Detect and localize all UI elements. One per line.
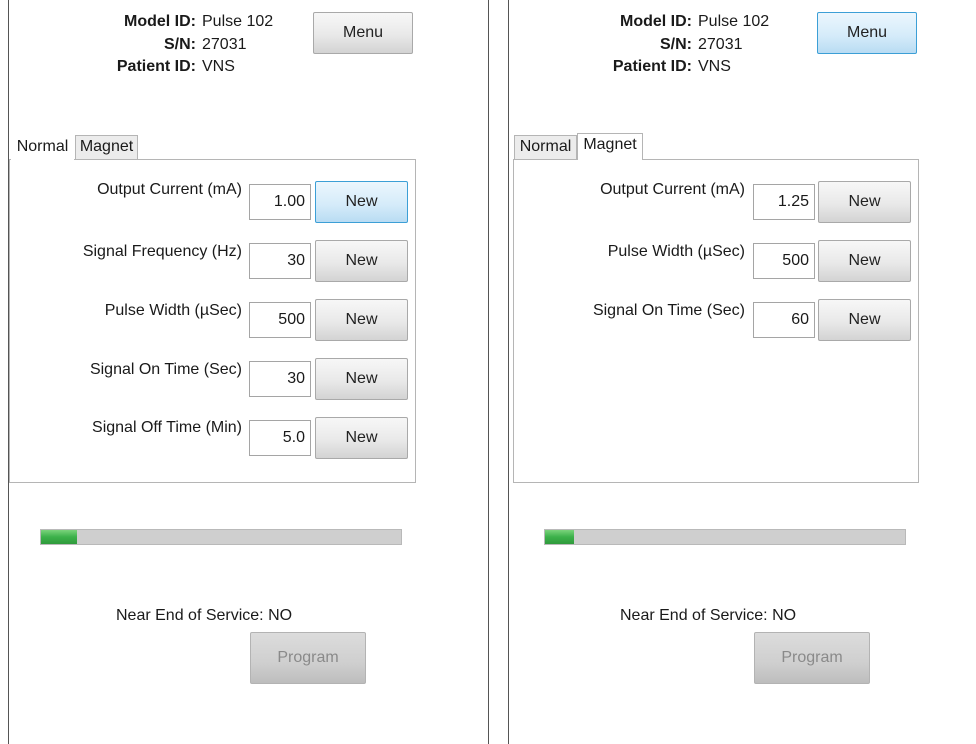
signal-off-time-new-button[interactable]: New	[315, 417, 408, 459]
output-current-value: 1.25	[753, 184, 815, 220]
model-id-label: Model ID:	[124, 13, 196, 30]
model-id-value: Pulse 102	[202, 13, 274, 30]
signal-on-time-value: 30	[249, 361, 311, 397]
model-id-value: Pulse 102	[698, 13, 770, 30]
signal-frequency-value: 30	[249, 243, 311, 279]
battery-progress-bar	[544, 529, 906, 545]
pulse-width-new-button[interactable]: New	[818, 240, 911, 282]
serial-number-label: S/N:	[660, 36, 692, 53]
pulse-width-value: 500	[249, 302, 311, 338]
pulse-width-label: Pulse Width (µSec)	[607, 243, 745, 260]
tab-normal[interactable]: Normal	[514, 135, 577, 160]
program-button[interactable]: Program	[754, 632, 870, 684]
patient-id-value: VNS	[202, 58, 235, 75]
serial-number-row: S/N: 27031	[79, 35, 247, 55]
patient-id-value: VNS	[698, 58, 731, 75]
screen-normal: Model ID: Pulse 102 S/N: 27031 Patient ID:…	[8, 0, 489, 744]
battery-progress-fill	[545, 530, 574, 544]
output-current-label: Output Current (mA)	[600, 181, 745, 198]
output-current-new-button[interactable]: New	[818, 181, 911, 223]
signal-on-time-label: Signal On Time (Sec)	[592, 302, 745, 319]
patient-id-label: Patient ID:	[116, 58, 196, 75]
battery-progress-fill	[41, 530, 77, 544]
menu-button[interactable]: Menu	[817, 12, 917, 54]
menu-button[interactable]: Menu	[313, 12, 413, 54]
signal-on-time-new-button[interactable]: New	[818, 299, 911, 341]
signal-off-time-label: Signal Off Time (Min)	[92, 419, 242, 436]
signal-off-time-value: 5.0	[249, 420, 311, 456]
near-end-of-service-status: Near End of Service: NO	[116, 607, 293, 624]
patient-id-label: Patient ID:	[612, 58, 692, 75]
signal-frequency-new-button[interactable]: New	[315, 240, 408, 282]
signal-on-time-label: Signal On Time (Sec)	[89, 361, 242, 378]
pulse-width-label: Pulse Width (µSec)	[104, 302, 242, 319]
output-current-value: 1.00	[249, 184, 311, 220]
program-button[interactable]: Program	[250, 632, 366, 684]
output-current-label: Output Current (mA)	[97, 181, 242, 198]
serial-number-row: S/N: 27031	[579, 35, 743, 55]
patient-id-row: Patient ID: VNS	[579, 57, 731, 77]
battery-progress-bar	[40, 529, 402, 545]
serial-number-label: S/N:	[164, 36, 196, 53]
signal-on-time-new-button[interactable]: New	[315, 358, 408, 400]
serial-number-value: 27031	[202, 36, 247, 53]
model-id-row: Model ID: Pulse 102	[579, 12, 769, 32]
pulse-width-value: 500	[753, 243, 815, 279]
model-id-label: Model ID:	[620, 13, 692, 30]
signal-frequency-label: Signal Frequency (Hz)	[82, 243, 242, 260]
pulse-width-new-button[interactable]: New	[315, 299, 408, 341]
near-end-of-service-status: Near End of Service: NO	[620, 607, 797, 624]
patient-id-row: Patient ID: VNS	[79, 57, 235, 77]
tab-normal[interactable]: Normal	[11, 135, 74, 160]
model-id-row: Model ID: Pulse 102	[79, 12, 273, 32]
tab-magnet[interactable]: Magnet	[577, 133, 643, 160]
signal-on-time-value: 60	[753, 302, 815, 338]
tab-magnet[interactable]: Magnet	[75, 135, 138, 160]
serial-number-value: 27031	[698, 36, 743, 53]
screen-magnet: Model ID: Pulse 102 S/N: 27031 Patient ID:…	[508, 0, 976, 744]
output-current-new-button[interactable]: New	[315, 181, 408, 223]
